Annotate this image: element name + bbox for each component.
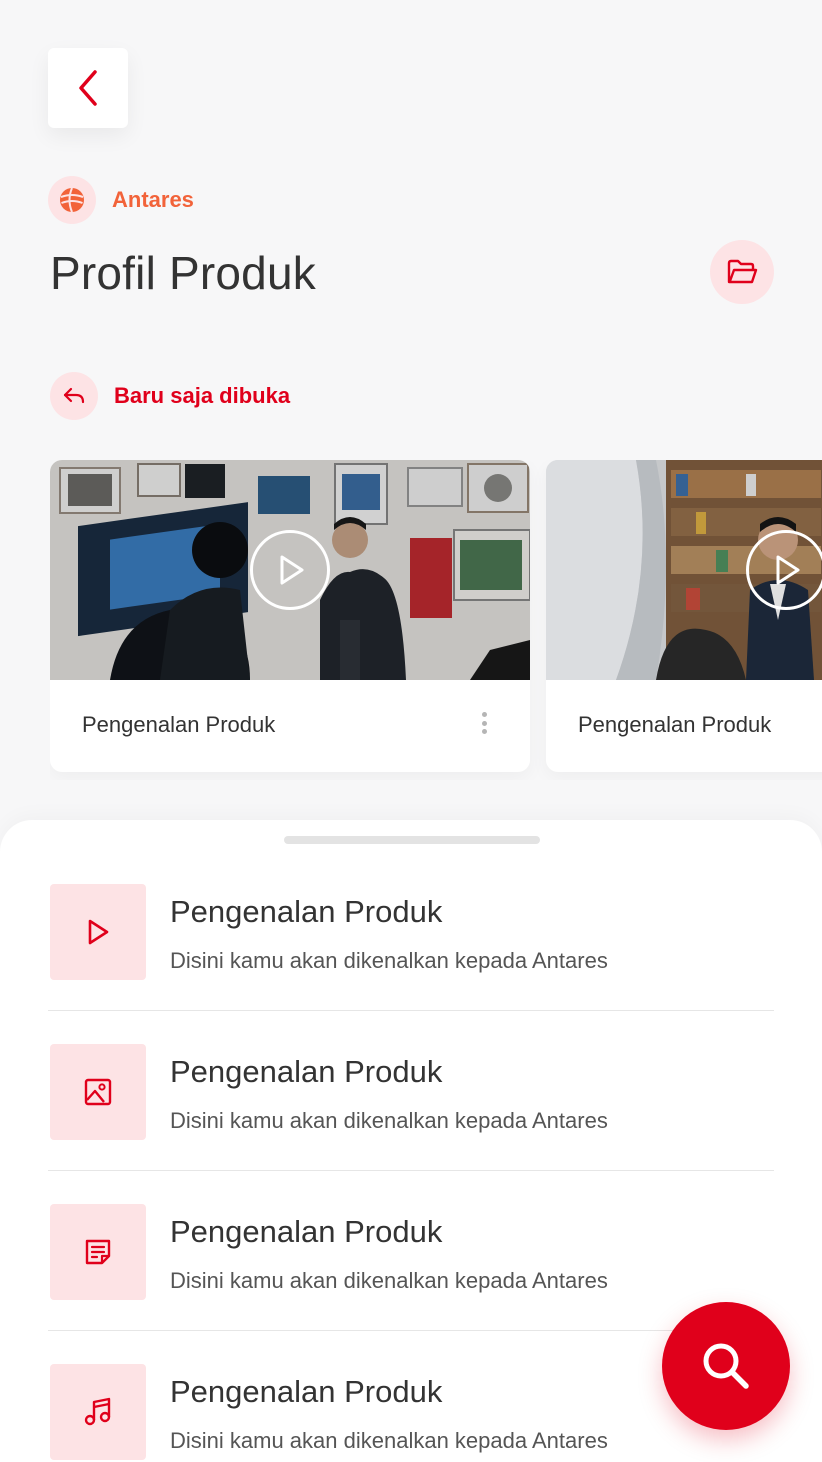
- item-icon-badge: [50, 1364, 146, 1460]
- back-button[interactable]: [48, 48, 128, 128]
- brand: Antares: [48, 176, 194, 224]
- search-icon: [703, 1343, 749, 1389]
- chevron-left-icon: [79, 70, 97, 106]
- kebab-dot: [481, 729, 487, 734]
- reply-icon: [63, 387, 85, 404]
- item-subtitle: Disini kamu akan dikenalkan kepada Antar…: [170, 1268, 608, 1293]
- kebab-dot: [481, 720, 487, 726]
- item-title: Pengenalan Produk: [170, 1214, 443, 1249]
- list-item[interactable]: Pengenalan Produk Disini kamu akan diken…: [48, 820, 774, 1011]
- recent-label: Baru saja dibuka: [114, 383, 291, 408]
- item-icon-badge: [50, 1204, 146, 1300]
- list-item[interactable]: Pengenalan Produk Disini kamu akan diken…: [48, 1140, 774, 1331]
- item-icon-badge: [50, 1044, 146, 1140]
- image-icon: [84, 1078, 112, 1106]
- item-subtitle: Disini kamu akan dikenalkan kepada Antar…: [170, 948, 608, 973]
- recent-section-header: Baru saja dibuka: [50, 372, 290, 420]
- card-title: Pengenalan Produk: [578, 712, 772, 737]
- item-title: Pengenalan Produk: [170, 1374, 443, 1409]
- music-icon: [84, 1397, 111, 1426]
- recent-card[interactable]: Pengenalan Produk: [546, 460, 822, 772]
- document-icon: [85, 1239, 111, 1265]
- item-title: Pengenalan Produk: [170, 894, 443, 929]
- item-title: Pengenalan Produk: [170, 1054, 443, 1089]
- folder-open-icon: [727, 259, 758, 284]
- video-thumbnail[interactable]: [546, 460, 822, 680]
- search-fab-button[interactable]: [662, 1302, 790, 1430]
- list-item[interactable]: Pengenalan Produk Disini kamu akan diken…: [48, 980, 774, 1171]
- item-subtitle: Disini kamu akan dikenalkan kepada Antar…: [170, 1428, 608, 1453]
- recent-icon-badge: [50, 372, 98, 420]
- play-circle-icon: [280, 555, 304, 585]
- screen: Antares Profil Produk Baru saja dibuka P…: [0, 0, 822, 1462]
- play-button[interactable]: [746, 530, 822, 610]
- brand-logo: [48, 176, 96, 224]
- folder-button[interactable]: [710, 240, 774, 304]
- kebab-dot: [481, 712, 487, 717]
- more-vertical-icon[interactable]: [474, 708, 494, 738]
- video-thumbnail[interactable]: [50, 460, 530, 680]
- recent-carousel[interactable]: Pengenalan Produk Pengenalan Produk: [50, 460, 822, 780]
- play-circle-icon: [776, 555, 800, 585]
- item-icon-badge: [50, 884, 146, 980]
- item-subtitle: Disini kamu akan dikenalkan kepada Antar…: [170, 1108, 608, 1133]
- globe-logo-icon: [60, 187, 84, 213]
- brand-name: Antares: [112, 187, 194, 212]
- page-title: Profil Produk: [50, 247, 316, 299]
- card-title: Pengenalan Produk: [82, 712, 276, 737]
- play-button[interactable]: [250, 530, 330, 610]
- recent-card[interactable]: Pengenalan Produk: [50, 460, 530, 772]
- play-icon: [88, 919, 109, 945]
